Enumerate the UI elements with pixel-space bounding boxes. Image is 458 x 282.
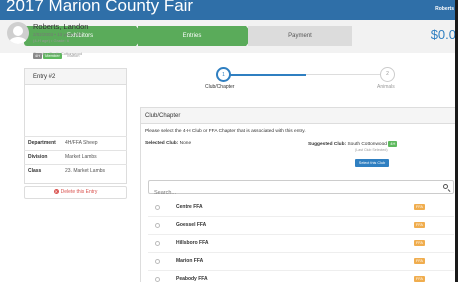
suggested-club-badge: 4H [388,141,398,147]
club-row[interactable]: Centre FFA FFA [148,199,454,217]
cart-total: $0.0 [430,27,456,42]
club-type-badge: FFA [414,204,425,210]
entry-heading: Entry #2 [25,69,126,85]
club-row[interactable]: Hillsboro FFA FFA [148,235,454,253]
wizard-step-club[interactable]: 1 [216,67,231,82]
selected-club-label: Selected Club: [145,141,179,146]
exhibitor-location: County • South Cottonwood [33,51,83,56]
club-name: Peabody FFA [176,276,208,282]
club-radio[interactable] [155,205,160,210]
club-instructions: Please select the 4-H Club or FFA Chapte… [145,129,306,134]
detail-row: Class 23. Market Lambs [24,164,127,178]
selected-club: Selected Club: None [145,141,191,146]
club-row[interactable]: Goessel FFA FFA [148,217,454,235]
select-club-button[interactable]: Select this Club [355,159,389,167]
club-type-badge: FFA [414,258,425,264]
club-list: Centre FFA FFA Goessel FFA FFA Hillsboro… [148,199,454,282]
club-heading: Club/Chapter [141,108,458,124]
selected-club-value: None [179,141,192,146]
detail-value: 23. Market Lambs [65,168,106,174]
club-search-input[interactable] [149,187,429,199]
exhibitor-birthdate: 2/02/2003 • 13 years old [33,32,82,37]
wizard-label-club: Club/Chapter [205,84,235,90]
club-type-badge: FFA [414,222,425,228]
club-row[interactable]: Marion FFA FFA [148,253,454,271]
club-type-badge: FFA [414,240,425,246]
club-name: Goessel FFA [176,222,207,228]
club-radio[interactable] [155,277,160,282]
wizard-label-animals: Animals [377,84,395,90]
detail-row: Division Market Lambs [24,150,127,164]
step-entries[interactable]: Entries [138,26,246,46]
delete-entry-button[interactable]: ✕ Delete this Entry [24,186,127,199]
avatar-icon [7,22,29,44]
club-panel: Club/Chapter Please select the 4-H Club … [140,107,458,282]
club-search [148,180,454,199]
detail-value: 4H/FFA Sheep [65,140,98,146]
detail-row: Department 4H/FFA Sheep [24,136,127,150]
wizard-remaining-line [306,74,386,75]
page-title: 2017 Marion County Fair [6,0,194,15]
detail-label: Division [28,154,48,160]
suggested-club-label: Suggested Club: [308,142,347,147]
club-name: Hillsboro FFA [176,240,209,246]
step-payment[interactable]: Payment [248,26,352,46]
app-header: 2017 Marion County Fair Roberts [0,0,458,20]
detail-label: Class [28,168,42,174]
exhibitor-age-grade: (4-H age) • Grade: 6 [33,38,70,43]
wizard-progress-line [228,74,306,76]
club-radio[interactable] [155,259,160,264]
club-name: Centre FFA [176,204,203,210]
remove-icon: ✕ [53,189,59,195]
detail-label: Department [28,140,56,146]
wizard-step-animals[interactable]: 2 [380,67,395,82]
suggested-club: Suggested Club: South Cottonwood 4H [308,141,398,147]
suggested-club-note: (Last Club Selected) [355,148,388,152]
club-type-badge: FFA [414,276,425,282]
exhibitor-name: Roberts, Landon [33,22,89,31]
club-row[interactable]: Peabody FFA FFA [148,271,454,282]
club-name: Marion FFA [176,258,204,264]
suggested-club-value: South Cottonwood [347,142,387,147]
club-radio[interactable] [155,223,160,228]
detail-value: Market Lambs [65,154,97,160]
user-name[interactable]: Roberts [435,6,454,12]
delete-entry-label: Delete this Entry [60,189,98,195]
search-icon[interactable] [443,184,448,189]
club-radio[interactable] [155,241,160,246]
entry-details: Department 4H/FFA Sheep Division Market … [24,136,127,178]
